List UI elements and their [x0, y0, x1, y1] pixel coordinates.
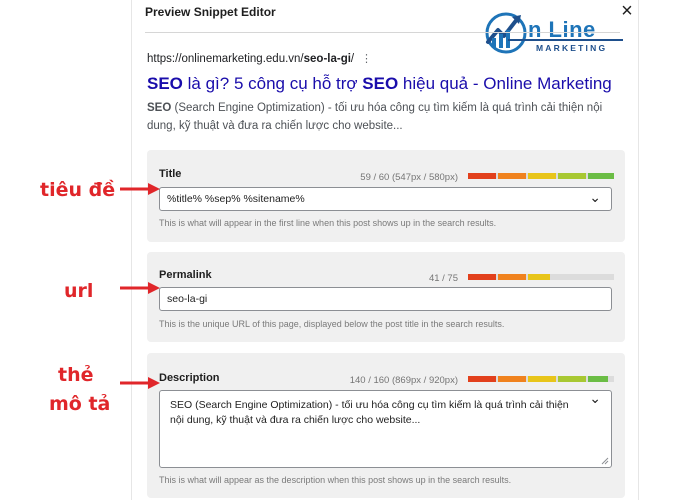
snippet-title-text: hiệu quả - Online Marketing: [398, 74, 612, 93]
title-input[interactable]: %title% %sep% %sitename% ⌄: [159, 187, 612, 211]
snippet-title-text: là gì? 5 công cụ hỗ trợ: [182, 74, 363, 93]
snippet-desc-keyword: SEO: [147, 102, 172, 114]
modal-title: Preview Snippet Editor: [145, 5, 276, 19]
permalink-hint: This is the unique URL of this page, dis…: [159, 319, 505, 329]
description-textarea[interactable]: SEO (Search Engine Optimization) - tối ư…: [159, 390, 612, 468]
divider: [145, 32, 620, 33]
permalink-label: Permalink: [159, 269, 212, 281]
logo-underline: [508, 39, 623, 41]
description-field: Description 140 / 160 (869px / 920px) SE…: [147, 353, 625, 498]
permalink-input[interactable]: seo-la-gi: [159, 287, 612, 311]
annotation-arrow-icon: [120, 183, 160, 195]
snippet-title: SEO là gì? 5 công cụ hỗ trợ SEO hiệu quả…: [147, 74, 612, 94]
chevron-down-icon[interactable]: ⌄: [589, 186, 601, 208]
more-options-icon[interactable]: ⋮: [361, 52, 372, 65]
resize-handle-icon[interactable]: [601, 457, 609, 465]
online-marketing-logo: n Line MARKETING: [474, 8, 634, 58]
title-label: Title: [159, 168, 182, 180]
snippet-desc-text: (Search Engine Optimization) - tối ưu hó…: [147, 102, 603, 132]
title-counter: 59 / 60 (547px / 580px): [360, 172, 458, 183]
annotation-url: url: [64, 280, 94, 302]
logo-subtext: MARKETING: [536, 43, 608, 53]
description-hint: This is what will appear as the descript…: [159, 475, 512, 485]
annotation-desc-line1: thẻ: [58, 364, 94, 386]
chevron-down-icon[interactable]: ⌄: [589, 391, 601, 406]
snippet-title-keyword: SEO: [147, 74, 183, 93]
title-field: Title 59 / 60 (547px / 580px) %title% %s…: [147, 150, 625, 242]
title-hint: This is what will appear in the first li…: [159, 218, 497, 228]
title-length-meter: [468, 173, 614, 179]
annotation-arrow-icon: [120, 282, 160, 294]
description-label: Description: [159, 372, 220, 384]
annotation-arrow-icon: [120, 377, 160, 389]
title-input-value: %title% %sep% %sitename%: [167, 193, 305, 205]
description-length-meter: [468, 376, 614, 382]
snippet-url-slug: seo-la-gi: [303, 53, 351, 65]
snippet-description: SEO (Search Engine Optimization) - tối ư…: [147, 99, 627, 135]
description-textarea-value: SEO (Search Engine Optimization) - tối ư…: [170, 399, 569, 426]
logo-globe-icon: [485, 12, 527, 54]
annotation-desc-line2: mô tả: [49, 393, 111, 415]
snippet-url: https://onlinemarketing.edu.vn/seo-la-gi…: [147, 53, 354, 65]
permalink-length-meter: [468, 274, 614, 280]
snippet-title-keyword: SEO: [362, 74, 399, 93]
snippet-url-suffix: /: [350, 53, 355, 65]
permalink-input-value: seo-la-gi: [167, 293, 208, 305]
permalink-field: Permalink 41 / 75 seo-la-gi This is the …: [147, 252, 625, 342]
permalink-counter: 41 / 75: [428, 273, 458, 284]
snippet-url-prefix: https://onlinemarketing.edu.vn/: [147, 53, 304, 65]
annotation-title: tiêu đề: [40, 179, 116, 201]
description-counter: 140 / 160 (869px / 920px): [349, 375, 458, 386]
